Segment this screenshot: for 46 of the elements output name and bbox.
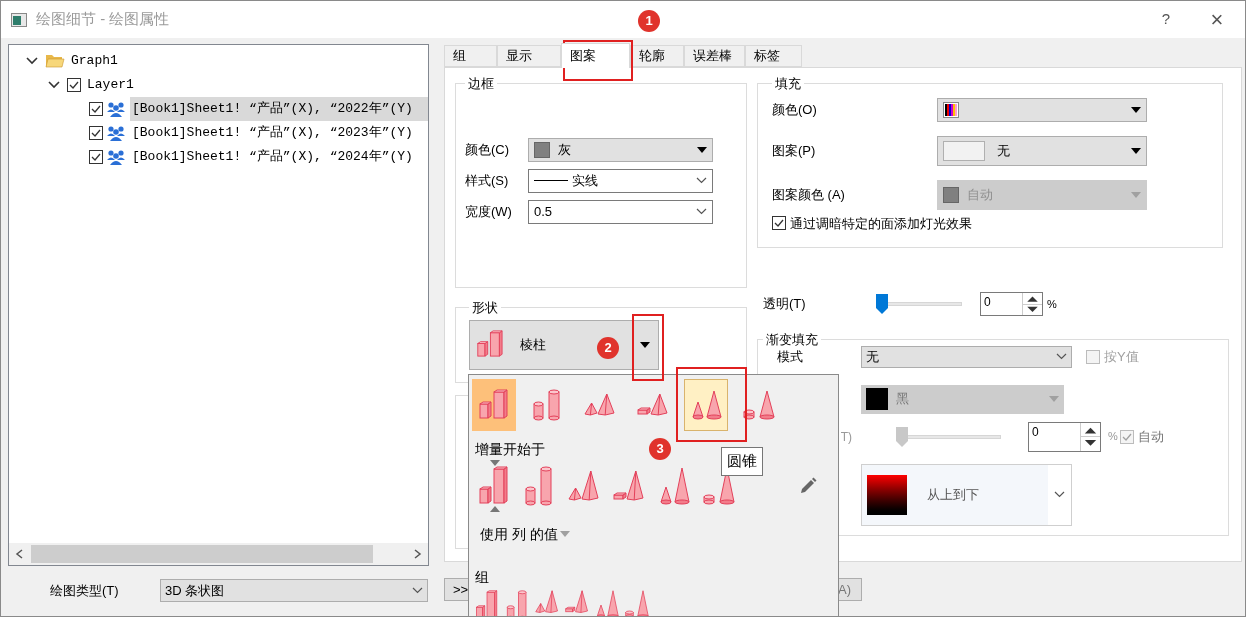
unit-label: % <box>1047 296 1057 312</box>
tab[interactable]: 误差棒 <box>684 45 745 67</box>
tab[interactable]: 标签 <box>745 45 802 67</box>
checkbox-label: 自动 <box>1137 427 1164 446</box>
tree-item[interactable]: [Book1]Sheet1! “产品”(X), “2024年”(Y) <box>130 145 428 169</box>
field-label: T) <box>839 428 853 446</box>
dropdown[interactable]: 无 <box>861 345 1072 368</box>
spin-box[interactable]: 0 <box>980 292 1043 316</box>
field-label: 颜色(O) <box>772 100 818 119</box>
column-dropdown[interactable]: 使用 列 的值 <box>480 523 570 545</box>
unit-label: % <box>1108 429 1118 445</box>
field-label: 绘图类型(T) <box>49 581 120 600</box>
spin-box[interactable]: 0 <box>1028 421 1101 452</box>
close-button[interactable]: × <box>1189 1 1245 38</box>
field-label: 图案(P) <box>772 141 817 160</box>
tree-item[interactable]: [Book1]Sheet1! “产品”(X), “2023年”(Y) <box>130 121 428 145</box>
field-label: 宽度(W) <box>465 202 513 221</box>
field-label: 颜色(C) <box>465 140 511 159</box>
section-label: 组 <box>475 567 489 587</box>
tree-item[interactable]: Graph1 <box>69 49 428 73</box>
group-title: 填充 <box>774 75 802 93</box>
help-button[interactable]: ? <box>1143 1 1189 38</box>
tree-item[interactable]: [Book1]Sheet1! “产品”(X), “2022年”(Y) <box>130 97 428 121</box>
field-label: 透明(T) <box>763 295 807 314</box>
dropdown[interactable]: 无 <box>937 135 1147 166</box>
field-label: 样式(S) <box>465 171 510 190</box>
field-label: 图案颜色 (A) <box>772 185 846 204</box>
tree-item[interactable]: Layer1 <box>85 73 428 97</box>
group-title: 渐变填充 <box>765 331 819 349</box>
tab[interactable]: 轮廓 <box>630 45 684 67</box>
group-title: 形状 <box>471 299 499 317</box>
checkbox-label: 通过调暗特定的面添加灯光效果 <box>790 214 972 233</box>
group-title: 边框 <box>467 75 495 93</box>
section-label: 增量开始于 <box>475 440 545 459</box>
gradient-dropdown[interactable]: 从上到下 <box>861 463 1072 526</box>
dropdown[interactable]: 3D 条状图 <box>160 579 428 602</box>
field-label: 模式 <box>777 347 804 366</box>
window-title: 绘图细节 - 绘图属性 <box>36 9 170 30</box>
tab[interactable]: 图案 <box>561 43 630 68</box>
tab[interactable]: 显示 <box>497 45 561 67</box>
dropdown[interactable]: 0.5 <box>528 199 713 224</box>
tooltip: 圆锥 <box>721 447 763 476</box>
dropdown[interactable]: 实线 <box>528 168 713 193</box>
tab[interactable]: 组 <box>444 45 497 67</box>
checkbox-label: 按Y值 <box>1104 347 1139 366</box>
dropdown[interactable]: 灰 <box>528 137 713 162</box>
